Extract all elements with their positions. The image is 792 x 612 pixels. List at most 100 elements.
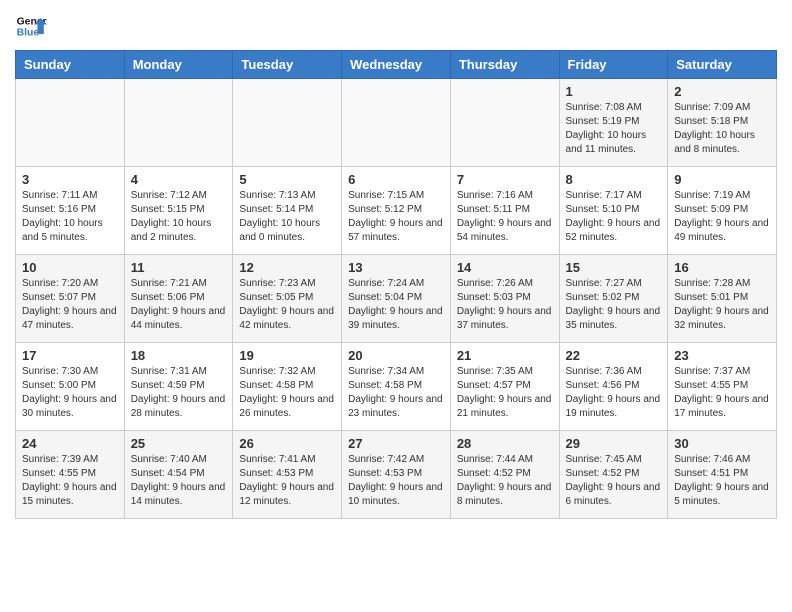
calendar-cell: 29 Sunrise: 7:45 AM Sunset: 4:52 PM Dayli… (559, 431, 668, 519)
day-number: 25 (131, 436, 227, 451)
calendar-cell: 6 Sunrise: 7:15 AM Sunset: 5:12 PM Daylig… (342, 167, 451, 255)
calendar-cell: 1 Sunrise: 7:08 AM Sunset: 5:19 PM Daylig… (559, 79, 668, 167)
calendar-table: SundayMondayTuesdayWednesdayThursdayFrid… (15, 50, 777, 519)
day-info: Sunrise: 7:37 AM Sunset: 4:55 PM Dayligh… (674, 365, 770, 421)
day-info: Sunrise: 7:36 AM Sunset: 4:56 PM Dayligh… (566, 365, 662, 421)
day-info: Sunrise: 7:15 AM Sunset: 5:12 PM Dayligh… (348, 189, 444, 245)
calendar-cell: 9Sunrise: 7:19 AM Sunset: 5:09 PM Daylig… (668, 167, 777, 255)
day-info: Sunrise: 7:13 AM Sunset: 5:14 PM Dayligh… (239, 189, 335, 245)
calendar-cell: 30 Sunrise: 7:46 AM Sunset: 4:51 PM Dayli… (668, 431, 777, 519)
day-info: Sunrise: 7:41 AM Sunset: 4:53 PM Dayligh… (239, 453, 335, 509)
day-number: 30 (674, 436, 770, 451)
calendar-cell: 18Sunrise: 7:31 AM Sunset: 4:59 PM Dayli… (124, 343, 233, 431)
calendar-cell: 15Sunrise: 7:27 AM Sunset: 5:02 PM Dayli… (559, 255, 668, 343)
day-number: 2 (674, 84, 770, 99)
day-number: 26 (239, 436, 335, 451)
day-number: 19 (239, 348, 335, 363)
calendar-cell (342, 79, 451, 167)
day-info: Sunrise: 7:12 AM Sunset: 5:15 PM Dayligh… (131, 189, 227, 245)
calendar-row-2: 10 Sunrise: 7:20 AM Sunset: 5:07 PM Dayli… (16, 255, 777, 343)
day-info: Sunrise: 7:40 AM Sunset: 4:54 PM Dayligh… (131, 453, 227, 509)
day-number: 18 (131, 348, 227, 363)
calendar-cell: 13 Sunrise: 7:24 AM Sunset: 5:04 PM Dayli… (342, 255, 451, 343)
day-info: Sunrise: 7:23 AM Sunset: 5:05 PM Dayligh… (239, 277, 335, 333)
day-number: 14 (457, 260, 553, 275)
weekday-header-tuesday: Tuesday (233, 51, 342, 79)
calendar-cell: 12 Sunrise: 7:23 AM Sunset: 5:05 PM Dayli… (233, 255, 342, 343)
calendar-cell: 25 Sunrise: 7:40 AM Sunset: 4:54 PM Dayli… (124, 431, 233, 519)
weekday-header-monday: Monday (124, 51, 233, 79)
logo-icon: General Blue (15, 10, 47, 42)
calendar-cell: 5 Sunrise: 7:13 AM Sunset: 5:14 PM Daylig… (233, 167, 342, 255)
weekday-header-saturday: Saturday (668, 51, 777, 79)
day-number: 24 (22, 436, 118, 451)
day-number: 22 (566, 348, 662, 363)
header: General Blue (15, 10, 777, 42)
day-info: Sunrise: 7:27 AM Sunset: 5:02 PM Dayligh… (566, 277, 662, 333)
logo: General Blue (15, 10, 47, 42)
day-number: 29 (566, 436, 662, 451)
svg-text:Blue: Blue (17, 28, 40, 39)
calendar-cell: 21 Sunrise: 7:35 AM Sunset: 4:57 PM Dayli… (450, 343, 559, 431)
day-info: Sunrise: 7:44 AM Sunset: 4:52 PM Dayligh… (457, 453, 553, 509)
calendar-cell: 8Sunrise: 7:17 AM Sunset: 5:10 PM Daylig… (559, 167, 668, 255)
calendar-cell: 19Sunrise: 7:32 AM Sunset: 4:58 PM Dayli… (233, 343, 342, 431)
day-info: Sunrise: 7:35 AM Sunset: 4:57 PM Dayligh… (457, 365, 553, 421)
calendar-cell: 27 Sunrise: 7:42 AM Sunset: 4:53 PM Dayli… (342, 431, 451, 519)
calendar-cell: 28 Sunrise: 7:44 AM Sunset: 4:52 PM Dayli… (450, 431, 559, 519)
day-number: 1 (566, 84, 662, 99)
day-number: 21 (457, 348, 553, 363)
day-number: 5 (239, 172, 335, 187)
calendar-row-0: 1 Sunrise: 7:08 AM Sunset: 5:19 PM Daylig… (16, 79, 777, 167)
calendar-cell: 2 Sunrise: 7:09 AM Sunset: 5:18 PM Daylig… (668, 79, 777, 167)
day-info: Sunrise: 7:19 AM Sunset: 5:09 PM Dayligh… (674, 189, 770, 245)
calendar-cell: 14 Sunrise: 7:26 AM Sunset: 5:03 PM Dayli… (450, 255, 559, 343)
calendar-cell (124, 79, 233, 167)
calendar-cell: 10 Sunrise: 7:20 AM Sunset: 5:07 PM Dayli… (16, 255, 125, 343)
day-info: Sunrise: 7:30 AM Sunset: 5:00 PM Dayligh… (22, 365, 118, 421)
day-info: Sunrise: 7:34 AM Sunset: 4:58 PM Dayligh… (348, 365, 444, 421)
day-info: Sunrise: 7:26 AM Sunset: 5:03 PM Dayligh… (457, 277, 553, 333)
day-number: 28 (457, 436, 553, 451)
day-info: Sunrise: 7:42 AM Sunset: 4:53 PM Dayligh… (348, 453, 444, 509)
calendar-cell: 22 Sunrise: 7:36 AM Sunset: 4:56 PM Dayli… (559, 343, 668, 431)
day-info: Sunrise: 7:28 AM Sunset: 5:01 PM Dayligh… (674, 277, 770, 333)
day-info: Sunrise: 7:24 AM Sunset: 5:04 PM Dayligh… (348, 277, 444, 333)
weekday-header-sunday: Sunday (16, 51, 125, 79)
day-info: Sunrise: 7:08 AM Sunset: 5:19 PM Dayligh… (566, 101, 662, 157)
calendar-row-3: 17 Sunrise: 7:30 AM Sunset: 5:00 PM Dayli… (16, 343, 777, 431)
day-info: Sunrise: 7:17 AM Sunset: 5:10 PM Dayligh… (566, 189, 662, 245)
day-number: 17 (22, 348, 118, 363)
calendar-cell (16, 79, 125, 167)
calendar-row-4: 24 Sunrise: 7:39 AM Sunset: 4:55 PM Dayli… (16, 431, 777, 519)
day-info: Sunrise: 7:39 AM Sunset: 4:55 PM Dayligh… (22, 453, 118, 509)
calendar-cell: 4 Sunrise: 7:12 AM Sunset: 5:15 PM Daylig… (124, 167, 233, 255)
day-number: 27 (348, 436, 444, 451)
calendar-cell: 23 Sunrise: 7:37 AM Sunset: 4:55 PM Dayli… (668, 343, 777, 431)
calendar-cell: 26 Sunrise: 7:41 AM Sunset: 4:53 PM Dayli… (233, 431, 342, 519)
day-info: Sunrise: 7:46 AM Sunset: 4:51 PM Dayligh… (674, 453, 770, 509)
day-number: 3 (22, 172, 118, 187)
day-info: Sunrise: 7:20 AM Sunset: 5:07 PM Dayligh… (22, 277, 118, 333)
day-number: 23 (674, 348, 770, 363)
day-info: Sunrise: 7:45 AM Sunset: 4:52 PM Dayligh… (566, 453, 662, 509)
day-number: 12 (239, 260, 335, 275)
day-number: 4 (131, 172, 227, 187)
day-number: 13 (348, 260, 444, 275)
weekday-header-wednesday: Wednesday (342, 51, 451, 79)
calendar-row-1: 3 Sunrise: 7:11 AM Sunset: 5:16 PM Daylig… (16, 167, 777, 255)
calendar-cell (233, 79, 342, 167)
day-info: Sunrise: 7:11 AM Sunset: 5:16 PM Dayligh… (22, 189, 118, 245)
weekday-header-friday: Friday (559, 51, 668, 79)
calendar-cell: 16 Sunrise: 7:28 AM Sunset: 5:01 PM Dayli… (668, 255, 777, 343)
day-number: 10 (22, 260, 118, 275)
day-info: Sunrise: 7:09 AM Sunset: 5:18 PM Dayligh… (674, 101, 770, 157)
calendar-cell: 17 Sunrise: 7:30 AM Sunset: 5:00 PM Dayli… (16, 343, 125, 431)
day-number: 7 (457, 172, 553, 187)
day-number: 11 (131, 260, 227, 275)
calendar-cell: 3 Sunrise: 7:11 AM Sunset: 5:16 PM Daylig… (16, 167, 125, 255)
calendar-cell (450, 79, 559, 167)
day-number: 16 (674, 260, 770, 275)
day-info: Sunrise: 7:21 AM Sunset: 5:06 PM Dayligh… (131, 277, 227, 333)
day-number: 6 (348, 172, 444, 187)
